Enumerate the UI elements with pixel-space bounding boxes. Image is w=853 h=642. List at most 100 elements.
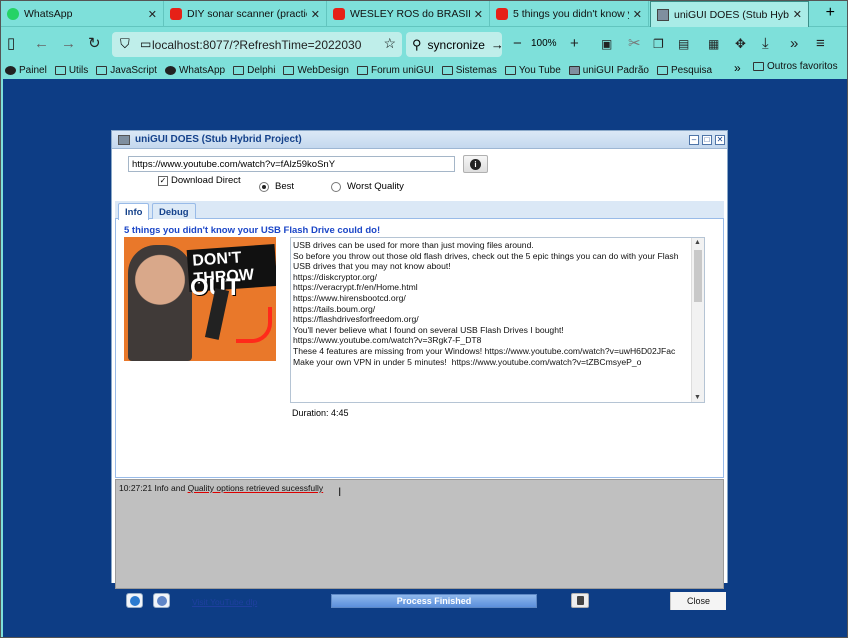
scroll-thumb[interactable] <box>694 250 702 302</box>
radio-dot[interactable] <box>331 181 341 192</box>
search-box[interactable]: ⚲ syncronize → <box>406 32 504 57</box>
bookmark-unigui-padrao[interactable]: uniGUI Padrão <box>568 65 649 76</box>
tab-wesley-ros[interactable]: WESLEY ROS do BRASIL ▣ - Yo ✕ <box>327 1 490 27</box>
menu-icon[interactable]: ≡ <box>816 35 825 53</box>
close-icon[interactable]: ✕ <box>715 135 725 145</box>
bookmark-whatsapp[interactable]: WhatsApp <box>164 64 226 76</box>
bookmark-label: WebDesign <box>297 64 349 76</box>
zoom-level[interactable]: 100% <box>531 38 557 49</box>
bookmark-label: Forum uniGUI <box>370 64 434 76</box>
description-memo[interactable]: USB drives can be used for more than jus… <box>290 237 705 403</box>
zoom-out-icon[interactable]: − <box>513 35 522 53</box>
clear-log-button[interactable] <box>571 593 589 608</box>
bookmark-youtube[interactable]: You Tube <box>504 65 561 76</box>
tab-5-things[interactable]: 5 things you didn't know your ✕ <box>490 1 649 27</box>
star-icon[interactable]: ☆ <box>383 35 396 52</box>
page-icon: ▭ <box>140 37 152 51</box>
tab-diy-sonar[interactable]: DIY sonar scanner (practical er ✕ <box>164 1 327 27</box>
scroll-down-icon[interactable]: ▼ <box>694 394 701 401</box>
collections-icon[interactable]: ▦ <box>708 35 719 53</box>
tab-info[interactable]: Info <box>118 203 150 220</box>
info-button[interactable]: i <box>463 155 488 173</box>
bookmark-javascript[interactable]: JavaScript <box>96 65 157 76</box>
bookmark-forum-unigui[interactable]: Forum uniGUI <box>356 64 434 76</box>
zoom-in-icon[interactable]: + <box>570 35 579 53</box>
close-icon[interactable]: ✕ <box>148 8 157 21</box>
info-panel: 5 things you didn't know your USB Flash … <box>115 219 724 478</box>
unigui-icon <box>657 8 669 21</box>
app-window: uniGUI DOES (Stub Hybrid Project) – □ ✕ … <box>111 130 728 610</box>
web-button[interactable] <box>153 593 170 608</box>
close-icon[interactable]: ✕ <box>474 8 483 21</box>
radio-worst-label: Worst Quality <box>347 181 404 192</box>
tab-debug[interactable]: Debug <box>152 203 196 220</box>
close-icon[interactable]: ✕ <box>311 8 320 21</box>
bookmark-label: WhatsApp <box>178 64 226 76</box>
download-direct-checkbox[interactable]: ✓ Download Direct <box>158 175 241 186</box>
close-icon[interactable]: ✕ <box>793 8 802 21</box>
visit-youtube-dlp-link[interactable]: Visit YouTube dlp <box>192 597 257 607</box>
bookmarks-bar: Painel Utils JavaScript WhatsApp Delphi … <box>1 61 847 79</box>
radio-best[interactable]: Best <box>259 181 294 192</box>
close-icon[interactable]: ✕ <box>633 8 642 21</box>
bookmark-utils[interactable]: Utils <box>54 65 88 76</box>
cut-icon[interactable]: ✂ <box>628 35 641 53</box>
bookmark-painel[interactable]: Painel <box>5 65 47 76</box>
paste-icon[interactable]: ▤ <box>678 35 689 53</box>
description-scrollbar[interactable]: ▲ ▼ <box>691 238 704 402</box>
copy-icon[interactable]: ❐ <box>653 35 664 53</box>
footer-bar: Visit YouTube dlp Process Finished Close <box>112 589 727 612</box>
telegram-icon <box>129 595 140 606</box>
scroll-up-icon[interactable]: ▲ <box>694 239 701 246</box>
youtube-icon <box>496 8 508 20</box>
back-icon[interactable]: ← <box>34 35 49 53</box>
bookmark-label: Delphi <box>247 64 276 76</box>
folder-icon[interactable]: ▣ <box>601 35 612 53</box>
search-text[interactable]: syncronize <box>428 38 485 52</box>
log-panel[interactable]: 10:27:21 Info and Quality options retrie… <box>115 479 724 589</box>
window-body: https://www.youtube.com/watch?v=fAlz59ko… <box>112 149 727 610</box>
nav-bar: ▯ ← → ↻ ⛉ ▭ localhost:8077/?RefreshTime=… <box>1 29 847 59</box>
page-background: uniGUI DOES (Stub Hybrid Project) – □ ✕ … <box>3 79 847 637</box>
tab-unigui-does[interactable]: uniGUI DOES (Stub Hybrid Pro ✕ <box>650 1 809 27</box>
close-button[interactable]: Close <box>670 592 726 610</box>
url-input[interactable]: https://www.youtube.com/watch?v=fAlz59ko… <box>128 156 455 172</box>
window-titlebar[interactable]: uniGUI DOES (Stub Hybrid Project) – □ ✕ <box>112 131 727 149</box>
bookmark-delphi[interactable]: Delphi <box>233 65 275 76</box>
bookmark-sistemas[interactable]: Sistemas <box>441 65 497 76</box>
other-bookmarks[interactable]: Outros favoritos <box>753 61 838 72</box>
arrow-right-icon[interactable]: → <box>491 37 504 52</box>
bookmark-label: JavaScript <box>110 64 157 76</box>
folder-icon <box>356 65 368 75</box>
telegram-button[interactable] <box>126 593 143 608</box>
screenshot-icon[interactable]: ✥ <box>735 35 746 53</box>
youtube-icon <box>170 8 182 20</box>
maximize-icon[interactable]: □ <box>702 135 712 145</box>
download-icon[interactable]: ⤓ <box>762 35 769 53</box>
text-cursor-icon: I <box>338 485 342 499</box>
bookmarks-more-button[interactable]: » <box>734 61 741 75</box>
browser-frame: WhatsApp ✕ DIY sonar scanner (practical … <box>0 0 848 638</box>
more-tools-icon[interactable]: » <box>790 35 798 53</box>
forward-icon[interactable]: → <box>61 35 76 53</box>
sidebar-icon[interactable]: ▯ <box>7 35 15 53</box>
folder-icon <box>233 65 245 75</box>
checkbox-box[interactable]: ✓ <box>158 175 168 186</box>
new-tab-button[interactable]: + <box>826 4 835 22</box>
bookmark-pesquisa[interactable]: Pesquisa <box>656 65 712 76</box>
tab-title: 5 things you didn't know your <box>513 8 629 20</box>
url-text[interactable]: localhost:8077/?RefreshTime=20220308105 <box>152 38 362 52</box>
bookmark-webdesign[interactable]: WebDesign <box>283 65 349 76</box>
minimize-icon[interactable]: – <box>689 135 699 145</box>
folder-icon <box>656 65 668 75</box>
log-text-a: Info and <box>154 483 186 493</box>
radio-dot[interactable] <box>259 181 269 192</box>
radio-worst-quality[interactable]: Worst Quality <box>331 181 404 192</box>
address-bar[interactable]: ⛉ ▭ localhost:8077/?RefreshTime=20220308… <box>112 32 402 57</box>
progress-bar: Process Finished <box>331 594 537 608</box>
unigui-icon <box>568 65 580 75</box>
tab-whatsapp[interactable]: WhatsApp ✕ <box>1 1 164 27</box>
desc-line: These 4 features are missing from your W… <box>293 345 676 356</box>
download-direct-label: Download Direct <box>171 175 241 186</box>
reload-icon[interactable]: ↻ <box>88 35 101 53</box>
